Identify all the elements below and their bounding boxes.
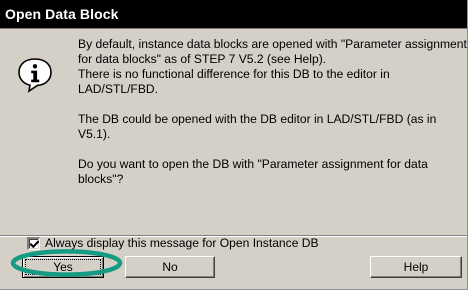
message-line: There is no functional difference for th… — [78, 67, 390, 81]
yes-button[interactable]: Yes — [22, 256, 104, 278]
open-data-block-dialog: Open Data Block By default, instance dat… — [0, 0, 468, 290]
always-display-checkbox[interactable] — [27, 237, 40, 250]
no-button[interactable]: No — [125, 256, 215, 278]
dialog-content: By default, instance data blocks are ope… — [0, 29, 467, 289]
always-display-checkbox-row[interactable]: Always display this message for Open Ins… — [27, 235, 457, 255]
message-paragraph-3: Do you want to open the DB with "Paramet… — [78, 157, 467, 187]
message-line: for data blocks" as of STEP 7 V5.2 (see … — [78, 52, 327, 66]
help-button[interactable]: Help — [370, 256, 462, 278]
button-separator — [0, 235, 467, 237]
message-line: V5.1). — [78, 127, 111, 141]
dialog-title: Open Data Block — [5, 6, 119, 22]
info-icon — [16, 56, 54, 94]
message-line: By default, instance data blocks are ope… — [78, 37, 467, 51]
message-line: Do you want to open the DB with "Paramet… — [78, 157, 428, 171]
check-icon — [30, 240, 39, 249]
title-bar[interactable]: Open Data Block — [0, 0, 467, 29]
message-paragraph-1: By default, instance data blocks are ope… — [78, 37, 467, 97]
message-line: blocks"? — [78, 172, 124, 186]
message-line: The DB could be opened with the DB edito… — [78, 112, 437, 126]
message-paragraph-2: The DB could be opened with the DB edito… — [78, 112, 467, 142]
message-line: LAD/STL/FBD. — [78, 82, 158, 96]
message-text: By default, instance data blocks are ope… — [78, 37, 467, 187]
always-display-label[interactable]: Always display this message for Open Ins… — [45, 235, 319, 251]
